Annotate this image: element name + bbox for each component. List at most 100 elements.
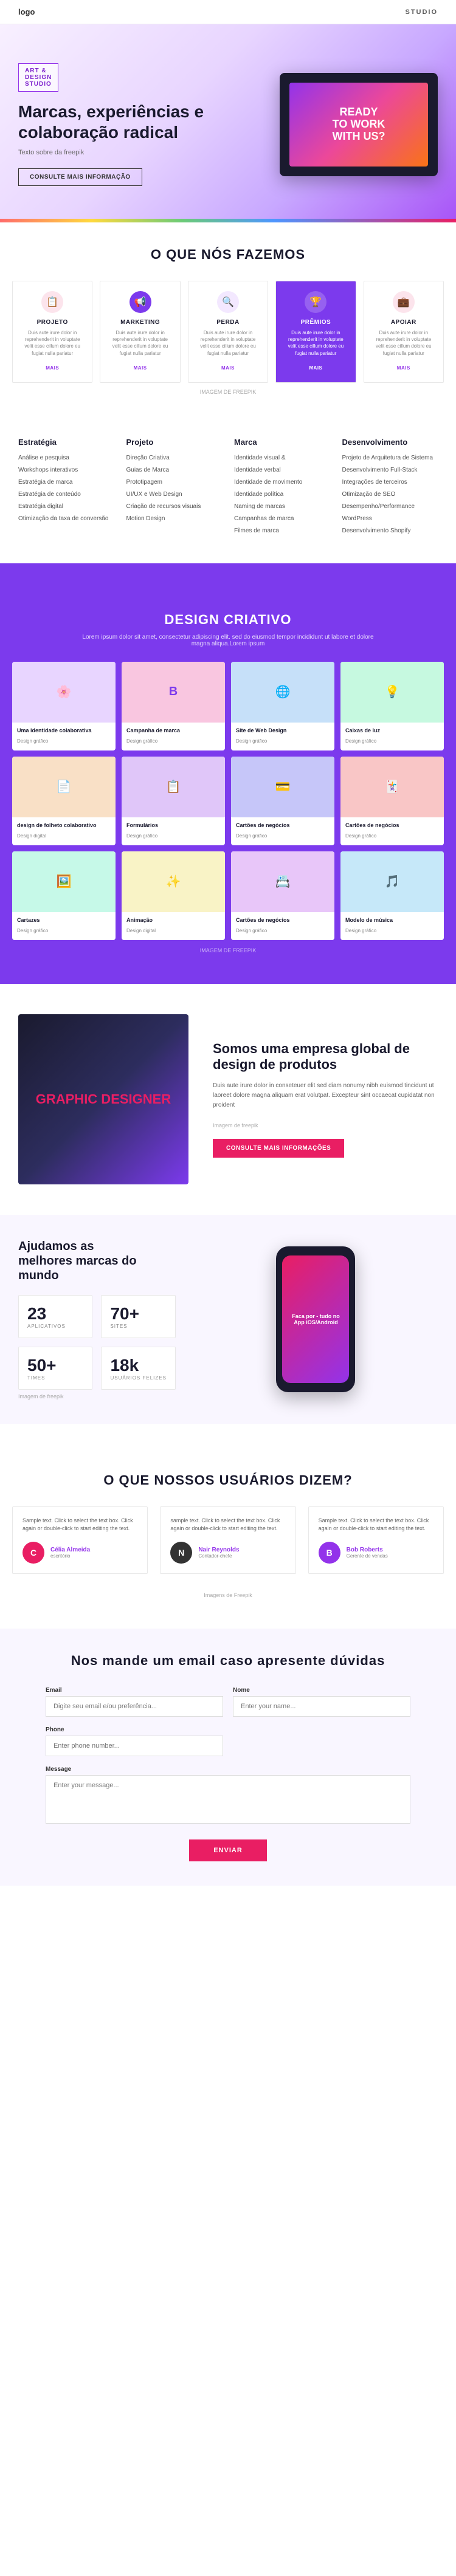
menu-item: Análise e pesquisa — [18, 454, 114, 462]
menu-item: Guias de Marca — [126, 466, 223, 475]
service-title-4: APOIAR — [371, 319, 436, 326]
design-item-9[interactable]: ✨ Animação Design digital — [122, 851, 225, 940]
menu-col-title-3: Desenvolvimento — [342, 438, 438, 447]
menu-item: Otimização da taxa de conversão — [18, 515, 114, 523]
testimonial-author-1: N Nair Reynolds Contador-chefe — [170, 1542, 285, 1564]
menu-col-3: DesenvolvimentoProjeto de Arquitetura de… — [342, 438, 438, 539]
design-category-6: Design gráfico — [236, 833, 267, 839]
about-section: GRAPHIC DESIGNER Somos uma empresa globa… — [0, 984, 456, 1215]
service-text-3: Duis aute irure dolor in reprehenderit i… — [283, 329, 348, 357]
design-item-0[interactable]: 🌸 Uma identidade colaborativa Design grá… — [12, 662, 116, 750]
service-more-1[interactable]: MAIS — [134, 365, 147, 371]
design-info-9: Animação Design digital — [122, 912, 225, 940]
service-more-3[interactable]: MAIS — [309, 365, 322, 371]
service-icon-0: 📋 — [41, 291, 63, 313]
design-thumb-3: 💡 — [340, 662, 444, 723]
design-thumb-10: 📇 — [231, 851, 334, 912]
design-info-7: Cartões de negócios Design gráfico — [340, 817, 444, 845]
color-bar — [0, 219, 456, 222]
phone-screen: Faca por - tudo no App iOS/Android — [282, 1255, 349, 1383]
name-input[interactable] — [233, 1696, 410, 1717]
phone-text: Faca por - tudo no App iOS/Android — [282, 1308, 349, 1330]
phone-input[interactable] — [46, 1736, 223, 1756]
creative-title: DESIGN CRIATIVO — [12, 612, 444, 628]
name-label: Nome — [233, 1687, 410, 1694]
design-info-8: Cartazes Design gráfico — [12, 912, 116, 940]
design-thumb-8: 🖼️ — [12, 851, 116, 912]
testimonial-card-0: Sample text. Click to select the text bo… — [12, 1506, 148, 1574]
about-cta-button[interactable]: CONSULTE MAIS INFORMAÇÕES — [213, 1139, 344, 1158]
testimonial-card-2: Sample text. Click to select the text bo… — [308, 1506, 444, 1574]
email-input[interactable] — [46, 1696, 223, 1717]
service-icon-2: 🔍 — [217, 291, 239, 313]
design-item-6[interactable]: 💳 Cartões de negócios Design gráfico — [231, 757, 334, 845]
service-more-0[interactable]: MAIS — [46, 365, 59, 371]
author-name-1: Nair Reynolds — [198, 1547, 239, 1553]
design-item-7[interactable]: 🃏 Cartões de negócios Design gráfico — [340, 757, 444, 845]
testimonial-text-1: sample text. Click to select the text bo… — [170, 1517, 285, 1533]
about-img-credit: Imagem de freepik — [213, 1121, 438, 1130]
design-item-5[interactable]: 📋 Formulários Design gráfico — [122, 757, 225, 845]
design-grid: 🌸 Uma identidade colaborativa Design grá… — [12, 662, 444, 940]
menu-item: Estratégia de conteúdo — [18, 490, 114, 499]
service-icon-1: 📢 — [130, 291, 151, 313]
service-title-2: PERDA — [196, 319, 260, 326]
design-title-11: Modelo de música — [345, 917, 439, 923]
testimonial-author-0: C Célia Almeida escritório — [22, 1542, 137, 1564]
services-grid: 📋 PROJETO Duis aute irure dolor in repre… — [12, 281, 444, 383]
design-title-7: Cartões de negócios — [345, 822, 439, 828]
design-item-11[interactable]: 🎵 Modelo de música Design gráfico — [340, 851, 444, 940]
design-category-3: Design gráfico — [345, 738, 376, 744]
design-category-2: Design gráfico — [236, 738, 267, 744]
menu-item: Integrações de terceiros — [342, 478, 438, 487]
about-content: Somos uma empresa global de design de pr… — [213, 1041, 438, 1158]
testimonial-text-2: Sample text. Click to select the text bo… — [319, 1517, 434, 1533]
design-thumb-9: ✨ — [122, 851, 225, 912]
design-info-5: Formulários Design gráfico — [122, 817, 225, 845]
design-title-10: Cartões de negócios — [236, 917, 330, 923]
stat-num-1: 70+ — [110, 1304, 166, 1324]
design-title-3: Caixas de luz — [345, 727, 439, 733]
stat-num-0: 23 — [27, 1304, 83, 1324]
menu-item: Identidade de movimento — [234, 478, 330, 487]
design-item-10[interactable]: 📇 Cartões de negócios Design gráfico — [231, 851, 334, 940]
design-category-10: Design gráfico — [236, 928, 267, 933]
hero-cta-button[interactable]: CONSULTE MAIS INFORMAÇÃO — [18, 168, 142, 186]
stat-label-3: USUÁRIOS FELIZES — [110, 1375, 166, 1381]
message-input[interactable] — [46, 1775, 410, 1824]
phone-mockup: Faca por - tudo no App iOS/Android — [276, 1246, 355, 1392]
design-title-6: Cartões de negócios — [236, 822, 330, 828]
design-item-2[interactable]: 🌐 Site de Web Design Design gráfico — [231, 662, 334, 750]
submit-button[interactable]: ENVIAR — [189, 1839, 267, 1861]
img-credit-testimonials: Imagens de Freepik — [12, 1592, 444, 1598]
hero-badge: ART & DESIGN STUDIO — [18, 63, 58, 92]
creative-subtitle: Lorem ipsum dolor sit amet, consectetur … — [76, 634, 380, 647]
design-category-9: Design digital — [126, 928, 156, 933]
message-label: Message — [46, 1766, 410, 1773]
testimonial-text-0: Sample text. Click to select the text bo… — [22, 1517, 137, 1533]
menu-col-1: ProjetoDireção CriativaGuias de MarcaPro… — [126, 438, 223, 539]
design-category-5: Design gráfico — [126, 833, 157, 839]
service-text-2: Duis aute irure dolor in reprehenderit i… — [196, 329, 260, 357]
design-item-8[interactable]: 🖼️ Cartazes Design gráfico — [12, 851, 116, 940]
service-title-0: PROJETO — [20, 319, 85, 326]
name-group: Nome — [233, 1687, 410, 1717]
menu-item: Estratégia digital — [18, 503, 114, 511]
stats-left: Ajudamos as melhores marcas do mundo 23 … — [18, 1239, 176, 1400]
testimonial-author-2: B Bob Roberts Gerente de vendas — [319, 1542, 434, 1564]
design-title-5: Formulários — [126, 822, 220, 828]
author-info-2: Bob Roberts Gerente de vendas — [347, 1547, 388, 1559]
service-more-4[interactable]: MAIS — [397, 365, 410, 371]
design-category-8: Design gráfico — [17, 928, 48, 933]
img-credit-creative: IMAGEM DE FREEPIK — [12, 947, 444, 953]
design-item-4[interactable]: 📄 design de folheto colaborativo Design … — [12, 757, 116, 845]
design-item-1[interactable]: B Campanha de marca Design gráfico — [122, 662, 225, 750]
design-item-3[interactable]: 💡 Caixas de luz Design gráfico — [340, 662, 444, 750]
design-category-7: Design gráfico — [345, 833, 376, 839]
services-section: O QUE NÓS FAZEMOS 📋 PROJETO Duis aute ir… — [0, 247, 456, 425]
hero-left: ART & DESIGN STUDIO Marcas, experiências… — [18, 63, 213, 185]
service-more-2[interactable]: MAIS — [221, 365, 235, 371]
stat-num-3: 18k — [110, 1356, 166, 1375]
menu-col-title-1: Projeto — [126, 438, 223, 447]
phone-group: Phone — [46, 1726, 223, 1756]
